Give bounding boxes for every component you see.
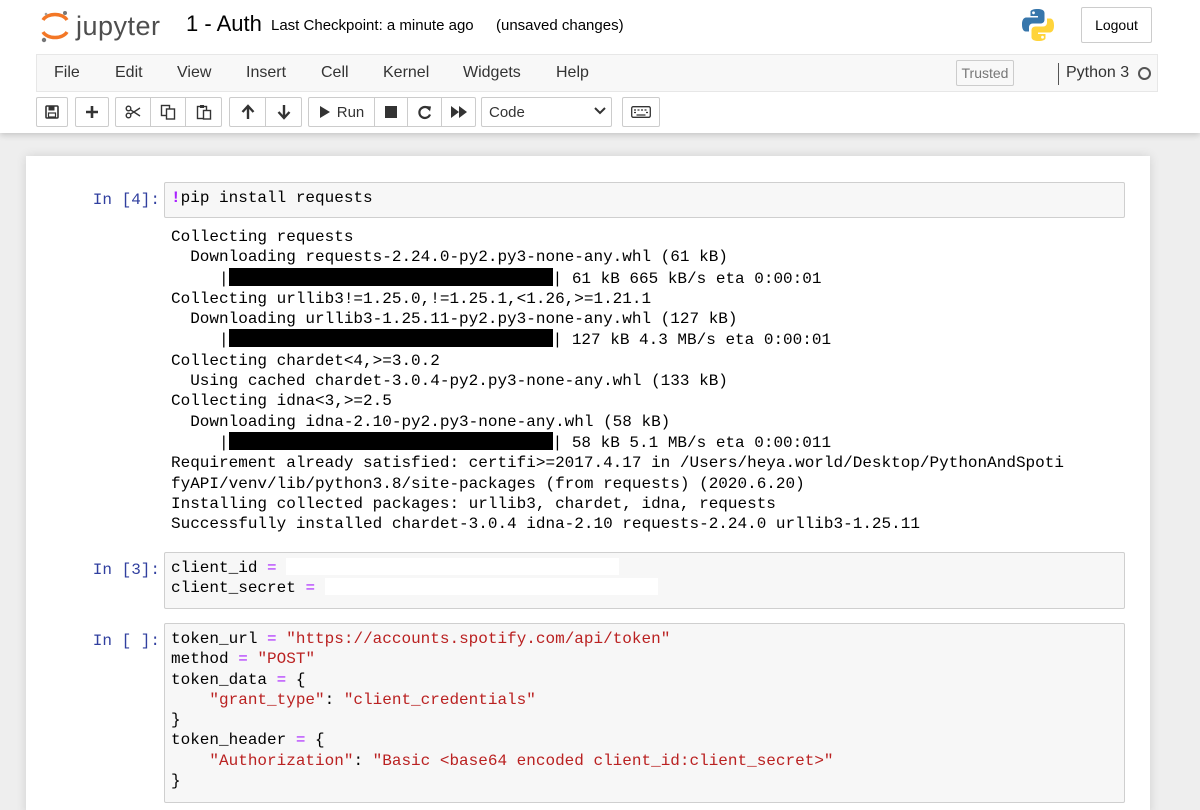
cell-type-select[interactable]: Code xyxy=(481,97,612,127)
paste-icon xyxy=(196,105,211,120)
jupyter-logo-icon xyxy=(41,11,69,43)
output-line: Downloading urllib3-1.25.11-py2.py3-none… xyxy=(171,310,738,329)
shell-magic: ! xyxy=(171,189,181,207)
output-progress-line: | | 58 kB 5.1 MB/s eta 0:00:011 xyxy=(171,431,832,452)
insert-cell-button[interactable] xyxy=(75,97,109,127)
output-line: Using cached chardet-3.0.4-py2.py3-none-… xyxy=(171,372,728,391)
save-icon xyxy=(45,105,59,119)
run-label: Run xyxy=(336,103,365,121)
command-palette-button[interactable] xyxy=(622,97,660,127)
stop-icon xyxy=(385,106,397,118)
progress-bar xyxy=(228,329,553,348)
arrow-up-icon xyxy=(241,104,254,119)
menu-file[interactable]: File xyxy=(54,64,80,82)
trusted-indicator[interactable]: Trusted xyxy=(956,60,1014,86)
move-down-button[interactable] xyxy=(265,97,302,127)
code-text: pip install requests xyxy=(180,189,373,207)
cell-prompt: In [ ]: xyxy=(92,632,160,650)
notebook-title[interactable]: 1 - Auth xyxy=(186,11,262,37)
cell-prompt: In [3]: xyxy=(92,561,160,579)
cell-input[interactable]: token_url = "https://accounts.spotify.co… xyxy=(164,623,1125,803)
output-progress-line: | | 61 kB 665 kB/s eta 0:00:01 xyxy=(171,267,822,288)
menu-edit[interactable]: Edit xyxy=(115,64,143,82)
output-progress-line: | | 127 kB 4.3 MB/s eta 0:00:01 xyxy=(171,329,832,350)
restart-button[interactable] xyxy=(407,97,442,127)
kernel-idle-icon xyxy=(1138,67,1151,80)
menu-view[interactable]: View xyxy=(177,64,211,82)
menu-cell[interactable]: Cell xyxy=(321,64,349,82)
keyboard-icon xyxy=(631,106,651,118)
notebook-container: In [4]: !pip install requests Collecting… xyxy=(26,156,1150,810)
move-up-button[interactable] xyxy=(229,97,266,127)
logout-button[interactable]: Logout xyxy=(1081,7,1152,43)
jupyter-logo[interactable]: jupyter xyxy=(40,8,161,44)
cell-input[interactable]: client_id = client_secret = xyxy=(164,552,1125,609)
arrow-down-icon xyxy=(277,105,290,120)
output-line: Collecting chardet<4,>=3.0.2 xyxy=(171,351,440,370)
output-line: Collecting idna<3,>=2.5 xyxy=(171,392,392,411)
logo-text: jupyter xyxy=(76,10,161,41)
python-logo-icon xyxy=(1020,7,1056,48)
autosave-status: (unsaved changes) xyxy=(496,17,624,34)
cell-type-value: Code xyxy=(489,104,525,121)
chevron-down-icon xyxy=(594,107,606,115)
output-line: Collecting urllib3!=1.25.0,!=1.25.1,<1.2… xyxy=(171,289,652,308)
redacted-value xyxy=(324,578,658,596)
output-line: fyAPI/venv/lib/python3.8/site-packages (… xyxy=(171,474,805,493)
output-line: Installing collected packages: urllib3, … xyxy=(171,494,776,513)
fast-forward-icon xyxy=(450,106,467,118)
run-icon xyxy=(319,106,330,118)
plus-icon xyxy=(86,106,98,118)
copy-icon xyxy=(160,104,176,120)
kernel-divider xyxy=(1058,63,1059,85)
kernel-name: Python 3 xyxy=(1066,64,1130,81)
output-line: Collecting requests xyxy=(171,228,354,246)
code-identifier: client_secret xyxy=(171,579,296,598)
restart-icon xyxy=(418,105,432,119)
run-button[interactable]: Run xyxy=(308,97,375,127)
copy-button[interactable] xyxy=(150,97,186,127)
menu-widgets[interactable]: Widgets xyxy=(463,64,521,82)
notebook-header: jupyter 1 - Auth Last Checkpoint: a minu… xyxy=(0,0,1200,133)
save-button[interactable] xyxy=(36,97,68,127)
cut-icon xyxy=(125,105,141,119)
output-line: Downloading requests-2.24.0-py2.py3-none… xyxy=(171,248,728,267)
cell-prompt: In [4]: xyxy=(92,191,160,209)
checkpoint-status: Last Checkpoint: a minute ago xyxy=(271,17,474,34)
menubar: File Edit View Insert Cell Kernel Widget… xyxy=(36,54,1158,92)
progress-bar xyxy=(228,431,553,450)
interrupt-button[interactable] xyxy=(374,97,408,127)
output-line: Downloading idna-2.10-py2.py3-none-any.w… xyxy=(171,412,671,431)
menu-insert[interactable]: Insert xyxy=(246,64,286,82)
restart-run-all-button[interactable] xyxy=(441,97,476,127)
code-identifier: client_id xyxy=(171,559,258,577)
progress-bar xyxy=(228,267,553,286)
output-line: Requirement already satisfied: certifi>=… xyxy=(171,454,1064,473)
paste-button[interactable] xyxy=(185,97,222,127)
cut-button[interactable] xyxy=(115,97,151,127)
output-line: Successfully installed chardet-3.0.4 idn… xyxy=(171,515,920,534)
menu-help[interactable]: Help xyxy=(556,64,589,82)
redacted-value xyxy=(286,558,620,575)
cell-input[interactable]: !pip install requests xyxy=(164,182,1125,218)
cell-output: Collecting requests Downloading requests… xyxy=(171,227,1064,534)
menu-kernel[interactable]: Kernel xyxy=(383,64,429,82)
